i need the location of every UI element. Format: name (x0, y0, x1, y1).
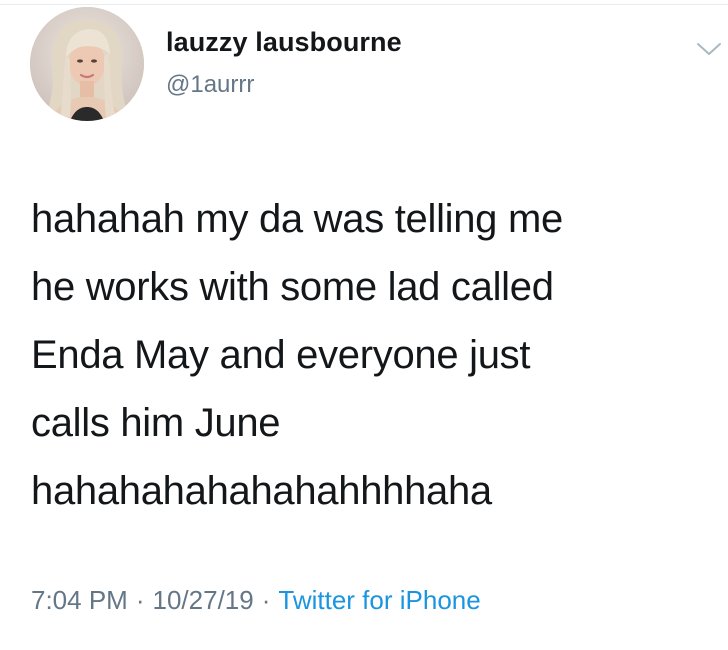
tweet-meta: 7:04 PM · 10/27/19 · Twitter for iPhone (31, 585, 481, 616)
tweet-card: lauzzy lausbourne @1aurrr hahahah my da … (0, 0, 728, 650)
profile-photo-icon (30, 7, 144, 121)
tweet-source-link[interactable]: Twitter for iPhone (278, 585, 480, 615)
tweet-date[interactable]: 10/27/19 (153, 585, 254, 615)
avatar[interactable] (30, 7, 144, 121)
chevron-down-icon[interactable] (694, 34, 724, 64)
display-name[interactable]: lauzzy lausbourne (166, 27, 402, 58)
divider (0, 4, 728, 5)
separator: · (261, 585, 271, 615)
tweet-text: hahahah my da was telling me he works wi… (31, 197, 563, 513)
separator: · (135, 585, 145, 615)
tweet-time[interactable]: 7:04 PM (31, 585, 128, 615)
user-handle[interactable]: @1aurrr (166, 71, 254, 99)
